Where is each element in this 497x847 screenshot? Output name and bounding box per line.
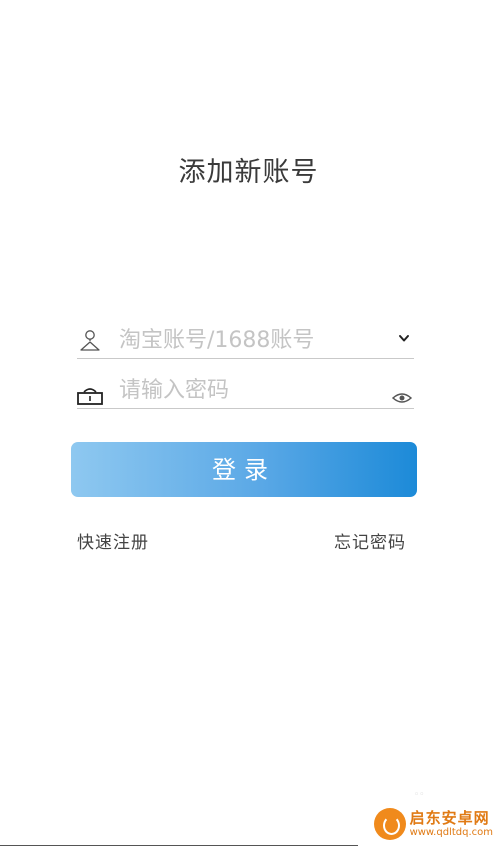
eye-icon[interactable]: [392, 391, 412, 405]
watermark-text: 启东安卓网 www.qdltdq.com: [409, 808, 493, 838]
watermark-logo-icon: [373, 808, 406, 840]
watermark: 启东安卓网 www.qdltdq.com: [373, 805, 493, 843]
account-input[interactable]: [119, 322, 359, 358]
decorative-mark: ◦◦: [414, 790, 425, 800]
register-link[interactable]: 快速注册: [77, 528, 149, 553]
chevron-down-icon[interactable]: [398, 332, 410, 344]
password-input[interactable]: [119, 372, 359, 408]
watermark-url: www.qdltdq.com: [409, 826, 493, 838]
forgot-password-link[interactable]: 忘记密码: [334, 528, 406, 553]
page-title: 添加新账号: [178, 157, 319, 188]
watermark-name: 启东安卓网: [409, 808, 490, 827]
user-icon: [80, 330, 100, 351]
account-field: [77, 322, 414, 359]
lock-icon: [77, 388, 103, 405]
password-field: [77, 372, 414, 409]
login-button[interactable]: 登录: [71, 442, 417, 497]
divider: [0, 845, 358, 846]
